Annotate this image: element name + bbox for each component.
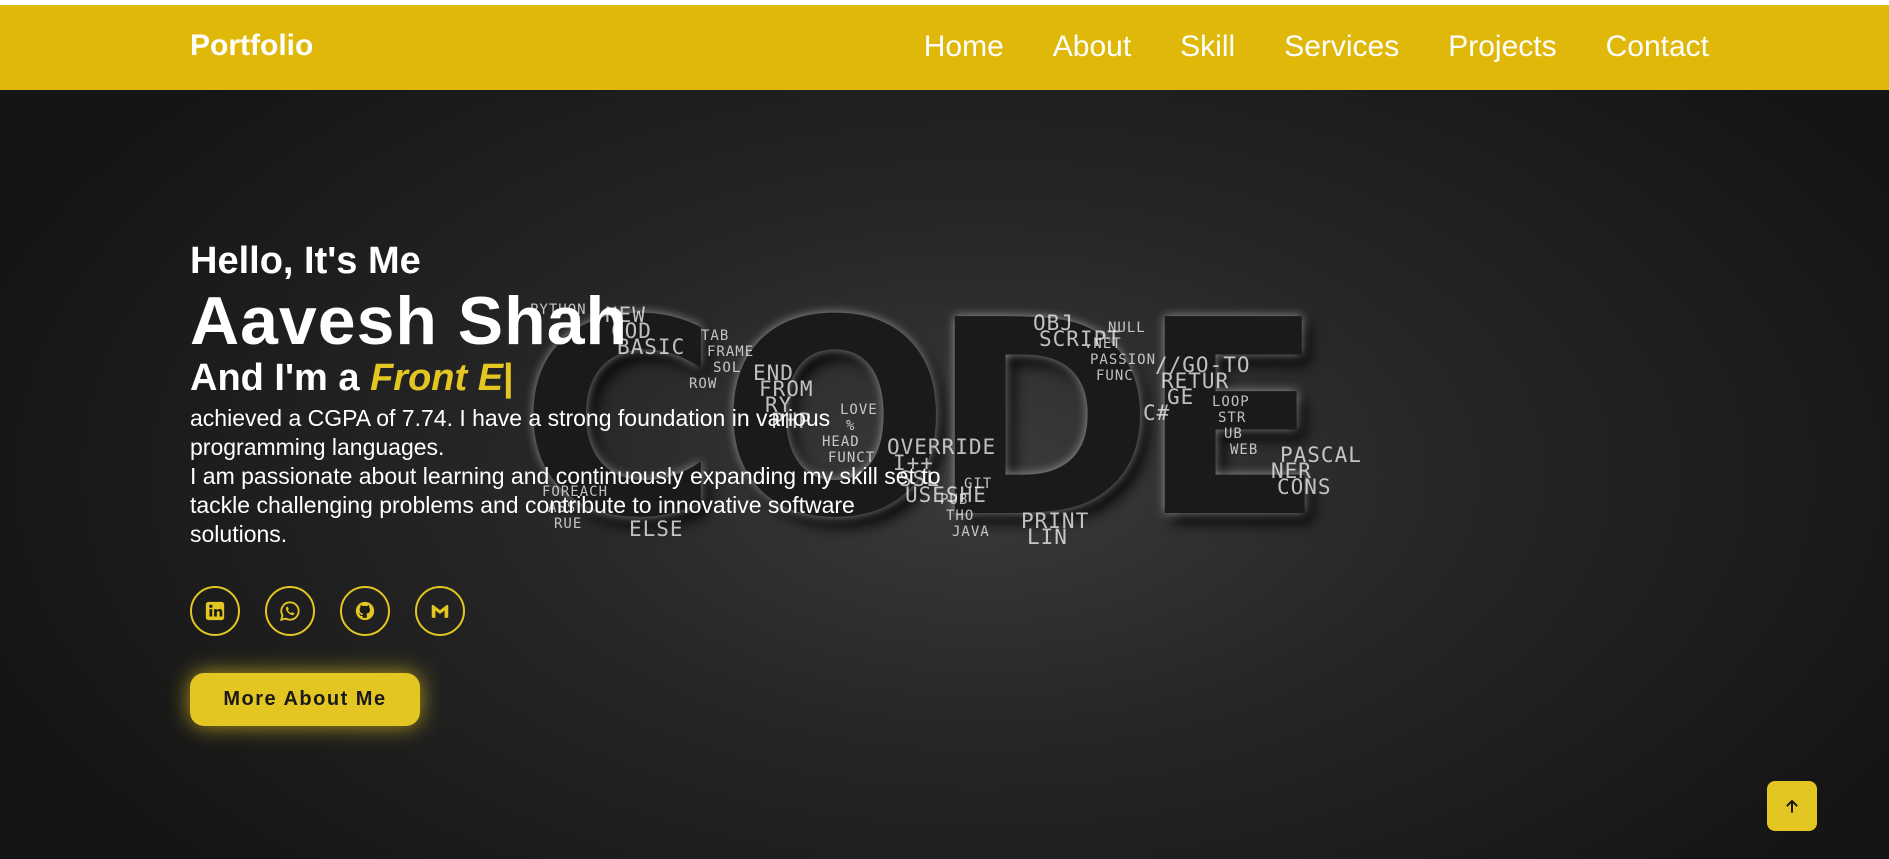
bio-paragraph-1: achieved a CGPA of 7.74. I have a strong…: [190, 405, 831, 460]
gmail-link[interactable]: [415, 586, 465, 636]
scroll-to-top-button[interactable]: [1767, 781, 1817, 831]
hero-name: Aavesh Shah: [190, 283, 629, 359]
social-links: [190, 586, 465, 636]
linkedin-icon: [205, 601, 225, 621]
whatsapp-link[interactable]: [265, 586, 315, 636]
gmail-icon: [431, 604, 449, 618]
more-about-me-button[interactable]: More About Me: [190, 673, 420, 726]
code-art-word: PRINT: [1021, 509, 1090, 533]
linkedin-link[interactable]: [190, 586, 240, 636]
arrow-up-icon: [1786, 800, 1798, 813]
nav-link-about[interactable]: About: [1053, 30, 1131, 64]
bio-paragraph-2: I am passionate about learning and conti…: [190, 463, 941, 547]
hero-bio: achieved a CGPA of 7.74. I have a strong…: [190, 404, 950, 549]
code-art-word: TAB: [701, 328, 730, 344]
role-prefix: And I'm a: [190, 357, 371, 399]
github-link[interactable]: [340, 586, 390, 636]
code-art-word: NULL: [1108, 320, 1146, 336]
code-art-word: LOOP: [1212, 394, 1250, 410]
main-nav: Home About Skill Services Projects Conta…: [924, 30, 1709, 64]
code-art-word: OBJ: [1033, 311, 1074, 335]
nav-link-services[interactable]: Services: [1284, 30, 1399, 64]
hero-greeting: Hello, It's Me: [190, 240, 421, 282]
code-art-word: PASCAL: [1280, 443, 1360, 467]
typing-cursor: |: [503, 357, 514, 399]
code-art-word: GIT: [964, 476, 993, 492]
hero-role: And I'm a Front E|: [190, 357, 514, 400]
logo-link[interactable]: Portfolio: [190, 29, 313, 63]
whatsapp-icon: [279, 601, 300, 621]
code-art-word: END: [753, 361, 794, 385]
github-icon: [355, 601, 375, 621]
top-navbar: Portfolio Home About Skill Services Proj…: [0, 0, 1889, 90]
nav-link-home[interactable]: Home: [924, 30, 1004, 64]
role-typed-text: Front E: [370, 357, 504, 399]
code-art-word: //GO-TO: [1155, 353, 1251, 377]
hero-section: C O D E PYTHON BASIC ROW PHP FUNCT USESHE JAVA…: [0, 90, 1889, 859]
nav-link-contact[interactable]: Contact: [1606, 30, 1709, 64]
nav-link-projects[interactable]: Projects: [1448, 30, 1556, 64]
nav-link-skill[interactable]: Skill: [1180, 30, 1235, 64]
